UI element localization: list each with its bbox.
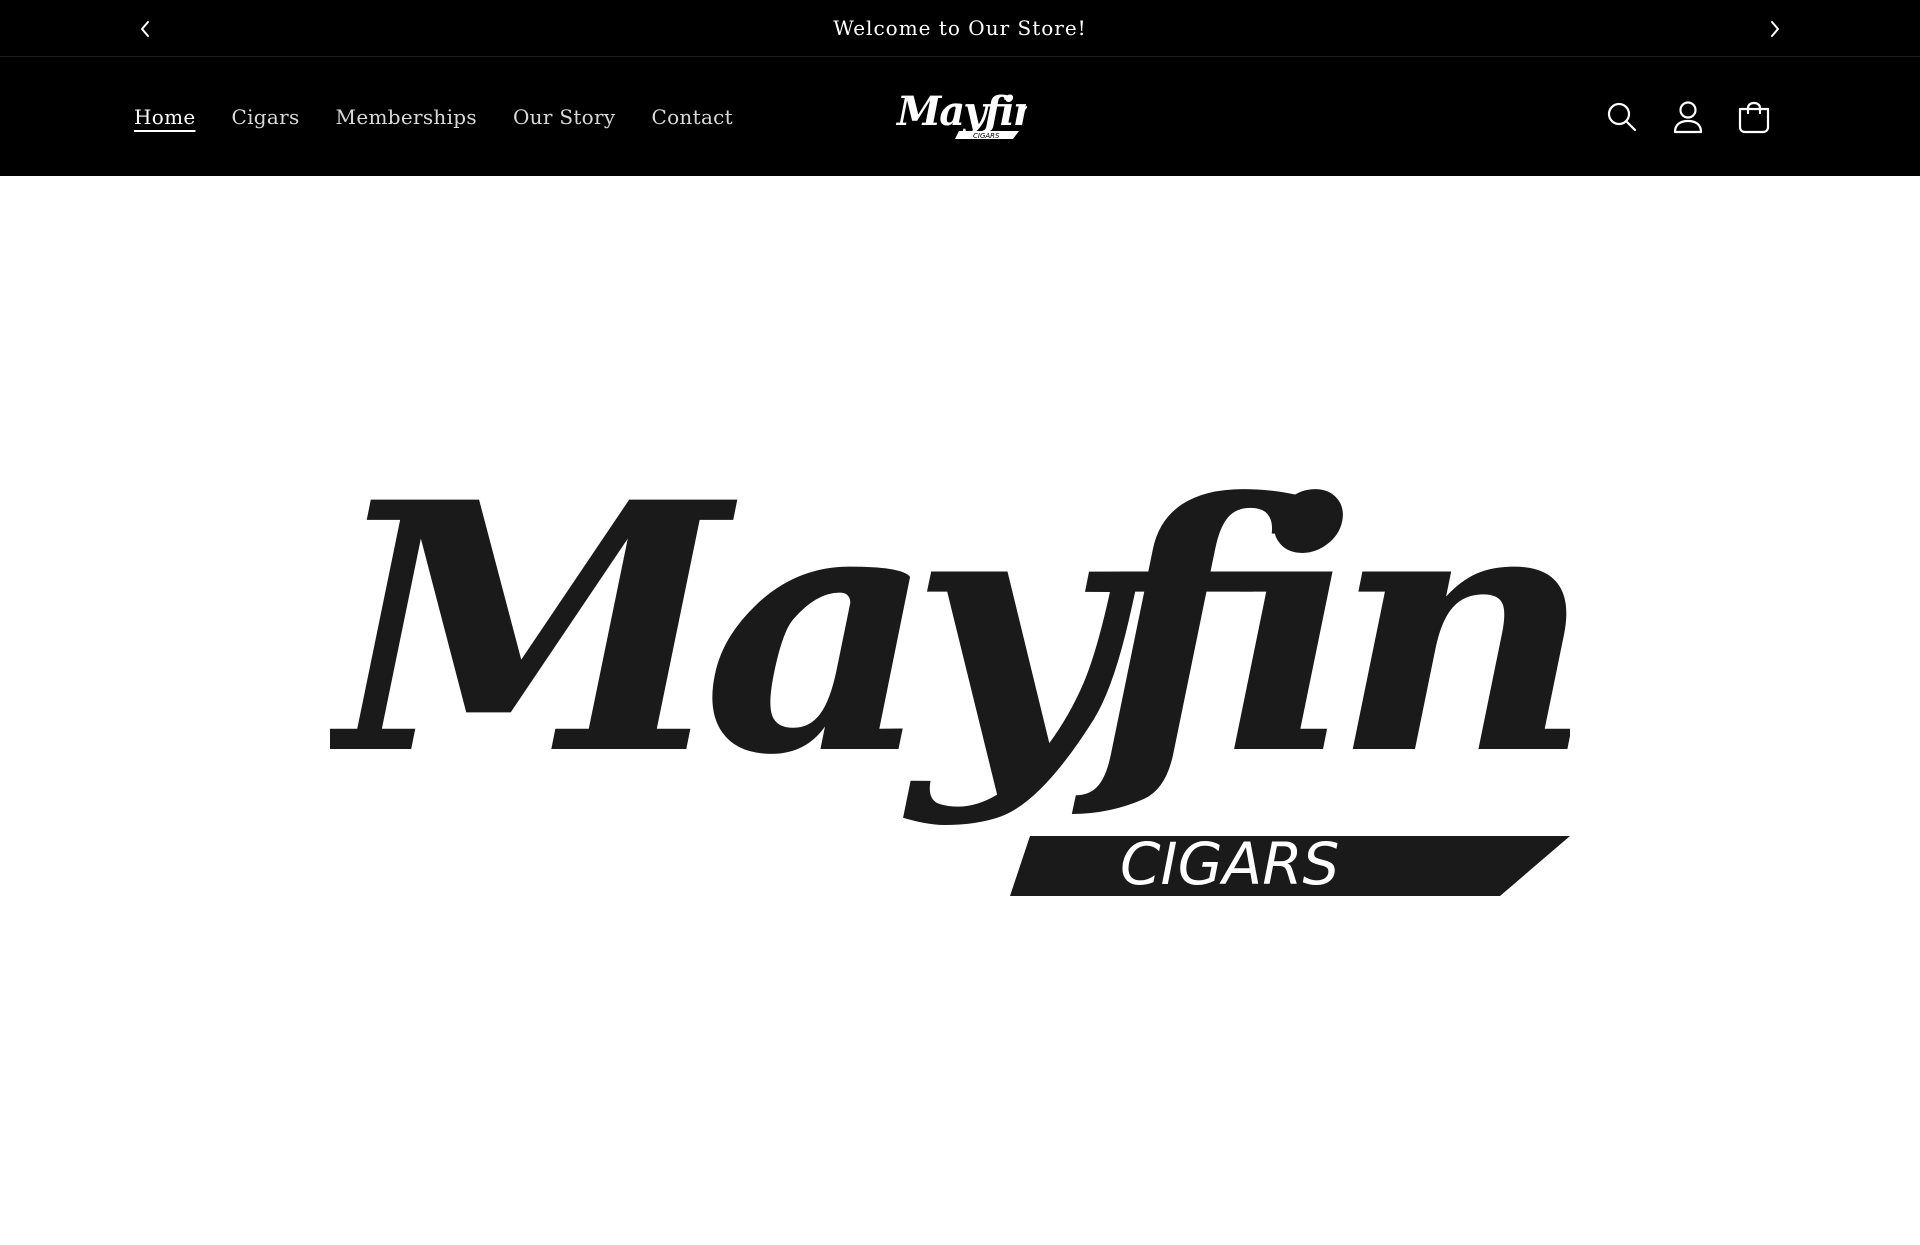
announcement-bar: Welcome to Our Store! xyxy=(0,0,1920,57)
account-button[interactable] xyxy=(1666,95,1710,139)
svg-text:CIGARS: CIGARS xyxy=(973,132,1000,140)
search-button[interactable] xyxy=(1600,95,1644,139)
cart-button[interactable] xyxy=(1732,95,1776,139)
hero-banner: Mayfin CIGARS xyxy=(0,176,1920,1245)
svg-text:Mayfin: Mayfin xyxy=(895,88,1027,135)
account-icon xyxy=(1673,100,1703,133)
site-header: Home Cigars Memberships Our Story Contac… xyxy=(0,57,1920,176)
announcement-prev-button[interactable] xyxy=(130,14,160,44)
nav-link-contact[interactable]: Contact xyxy=(651,105,733,129)
svg-text:Mayfin: Mayfin xyxy=(330,428,1570,830)
nav-link-our-story[interactable]: Our Story xyxy=(513,105,616,129)
search-icon xyxy=(1607,102,1637,131)
main-nav: Home Cigars Memberships Our Story Contac… xyxy=(134,57,769,176)
chevron-right-icon xyxy=(1771,21,1779,37)
hero-logo-image: Mayfin CIGARS xyxy=(330,428,1570,898)
nav-link-home[interactable]: Home xyxy=(134,105,195,129)
nav-link-cigars[interactable]: Cigars xyxy=(231,105,299,129)
nav-link-memberships[interactable]: Memberships xyxy=(336,105,477,129)
header-icons xyxy=(1600,57,1798,176)
announcement-message: Welcome to Our Store! xyxy=(833,16,1087,40)
header-logo[interactable]: Mayfin CIGARS xyxy=(893,87,1027,147)
announcement-next-button[interactable] xyxy=(1760,14,1790,44)
cart-icon xyxy=(1738,101,1770,133)
chevron-left-icon xyxy=(141,21,149,37)
svg-text:CIGARS: CIGARS xyxy=(1120,830,1339,898)
